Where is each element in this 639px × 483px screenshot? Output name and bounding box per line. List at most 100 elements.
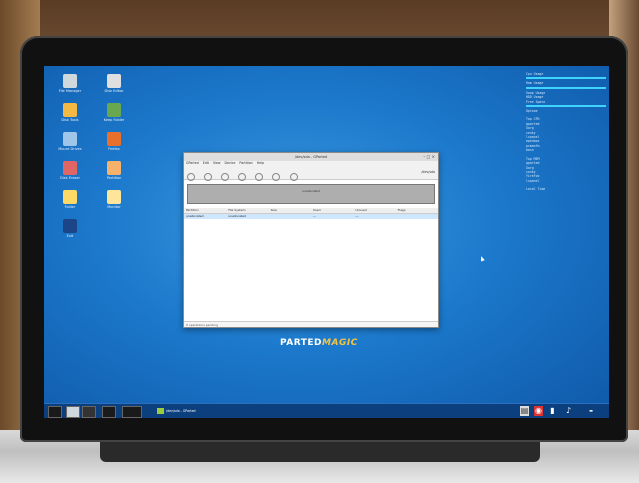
conky-line: Free Space — [526, 99, 546, 104]
column-header[interactable]: Size — [269, 208, 311, 213]
status-bar: 0 operations pending — [184, 321, 438, 327]
drive-icon — [107, 103, 121, 117]
table-cell: unallocated — [228, 214, 246, 218]
menu-item-partition[interactable]: Partition — [239, 161, 252, 165]
desktop-icon-label: Exit — [66, 234, 74, 238]
table-cell: --- — [355, 214, 359, 218]
system-monitor-widget: Cpu Usage Ram Usage Swap Usage HDD Usage Fre… — [526, 72, 606, 192]
menu-item-gparted[interactable]: GParted — [186, 161, 199, 165]
desktop-icon-label: Disk Eraser — [60, 176, 80, 180]
battery-icon — [107, 190, 121, 204]
apply-icon[interactable] — [289, 173, 298, 181]
start-menu-button[interactable] — [48, 406, 62, 418]
eraser-icon — [63, 161, 77, 175]
battery-icon[interactable]: ▮ — [548, 406, 557, 416]
close-icon[interactable]: × — [432, 154, 435, 159]
column-header[interactable]: Flags — [396, 208, 438, 213]
maximize-icon[interactable]: □ — [427, 154, 431, 159]
desktop-icon[interactable]: File Manager — [48, 74, 92, 94]
paste-icon[interactable] — [255, 173, 264, 181]
gparted-window[interactable]: /dev/sda - GParted – □ × GParted Edit View… — [183, 152, 439, 328]
resize-icon[interactable] — [221, 173, 230, 181]
conky-line: Cpu Usage — [526, 72, 544, 76]
desktop-icon-label: Disk Editor — [104, 89, 124, 93]
column-header[interactable]: Partition — [184, 208, 226, 213]
desktop-icon[interactable]: Folder — [48, 190, 92, 210]
usage-bar — [526, 86, 606, 89]
column-header[interactable]: Used — [311, 208, 353, 213]
undo-icon[interactable] — [272, 173, 281, 181]
parted-magic-logo: PARTEDMAGIC — [280, 338, 358, 348]
conky-procs: gparted Xorg conky lxpanel openbox pcmanfm bas… — [526, 122, 606, 153]
network-icon[interactable]: ◉ — [534, 406, 543, 416]
folder-icon — [63, 74, 77, 88]
mouse-cursor — [479, 255, 485, 262]
menu-item-edit[interactable]: Edit — [203, 161, 209, 165]
desktop-icon-label: File Manager — [58, 89, 82, 93]
window-title: /dev/sda - GParted — [294, 155, 328, 159]
partition-icon — [107, 161, 121, 175]
terminal-icon[interactable] — [102, 406, 116, 418]
folder-icon — [63, 190, 77, 204]
disk-map-label: unallocated — [302, 189, 320, 193]
desktop-icon[interactable]: Disk Tools — [48, 103, 92, 123]
menu-item-device[interactable]: Device — [225, 161, 236, 165]
desktop-icon[interactable]: Disk Eraser — [48, 161, 92, 181]
table-cell: --- — [312, 214, 317, 218]
power-icon — [63, 219, 77, 233]
brand-part1: PARTED — [280, 338, 323, 348]
desktop-icon[interactable]: Monitor — [92, 190, 136, 210]
desktop-icon[interactable]: Firefox — [92, 132, 136, 152]
window-titlebar[interactable]: /dev/sda - GParted – □ × — [184, 153, 438, 161]
menu-item-view[interactable]: View — [213, 161, 221, 165]
conky-footer: Local Time — [526, 187, 546, 192]
desktop-icon-label: Partition — [106, 176, 122, 180]
delete-icon[interactable] — [204, 173, 213, 181]
usage-bar — [526, 105, 606, 108]
process-line: lxpanel — [526, 178, 540, 183]
conky-line: Uptime — [526, 109, 538, 114]
disk-map[interactable]: unallocated — [187, 184, 435, 204]
monitor-icon[interactable] — [82, 406, 96, 418]
column-header[interactable]: File System — [226, 208, 268, 213]
minimize-icon[interactable]: – — [423, 154, 425, 159]
desktop-icon-label: Disk Tools — [61, 118, 79, 122]
desktop-icon[interactable]: Keep Folder — [92, 103, 136, 123]
workspace-switcher[interactable] — [122, 406, 142, 418]
table-row[interactable]: unallocated unallocated --- --- — [184, 214, 438, 219]
desktop-icon[interactable]: Disk Editor — [92, 74, 136, 94]
column-header[interactable]: Unused — [353, 208, 395, 213]
desktop-screen: File Manager Disk Editor Disk Tools Keep Fo… — [44, 66, 609, 418]
desktop-icon[interactable]: Partition — [92, 161, 136, 181]
computer-icon — [107, 74, 121, 88]
conky-line: Ram Usage — [526, 81, 544, 86]
desktop-icon-label: Keep Folder — [103, 118, 125, 122]
file-manager-icon[interactable] — [66, 406, 80, 418]
tools-icon — [63, 103, 77, 117]
desktop-icon-label: Firefox — [108, 147, 120, 151]
table-cell — [396, 214, 438, 219]
new-icon[interactable] — [187, 173, 195, 181]
table-cell: unallocated — [186, 214, 204, 218]
clipboard-icon[interactable]: ▤ — [520, 406, 529, 416]
desktop-icon-label: Monitor — [107, 205, 121, 209]
copy-icon[interactable] — [238, 173, 247, 181]
window-controls[interactable]: – □ × — [423, 153, 435, 161]
taskbar: /dev/sda - GParted ▤ ◉ ▮ ♪ ▬ — [44, 403, 609, 418]
clock[interactable]: ▬ — [582, 406, 600, 416]
task-gparted[interactable]: /dev/sda - GParted — [156, 406, 196, 416]
menu-item-help[interactable]: Help — [257, 161, 264, 165]
process-line: bash — [526, 148, 534, 153]
desktop-icon-label: Folder — [64, 205, 76, 209]
usage-bar — [526, 77, 606, 80]
device-selector[interactable]: /dev/sda — [421, 170, 435, 174]
volume-icon[interactable]: ♪ — [564, 406, 573, 416]
firefox-icon — [107, 132, 121, 146]
monitor-icon — [63, 132, 77, 146]
table-cell — [269, 214, 311, 219]
desktop-icon[interactable]: Mount Drives — [48, 132, 92, 152]
desktop-icon[interactable]: Exit — [48, 219, 92, 239]
brand-part2: MAGIC — [322, 338, 358, 348]
conky-procs2: gparted Xorg conky firefox lxpanel — [526, 161, 606, 183]
toolbar: /dev/sda — [184, 166, 438, 181]
